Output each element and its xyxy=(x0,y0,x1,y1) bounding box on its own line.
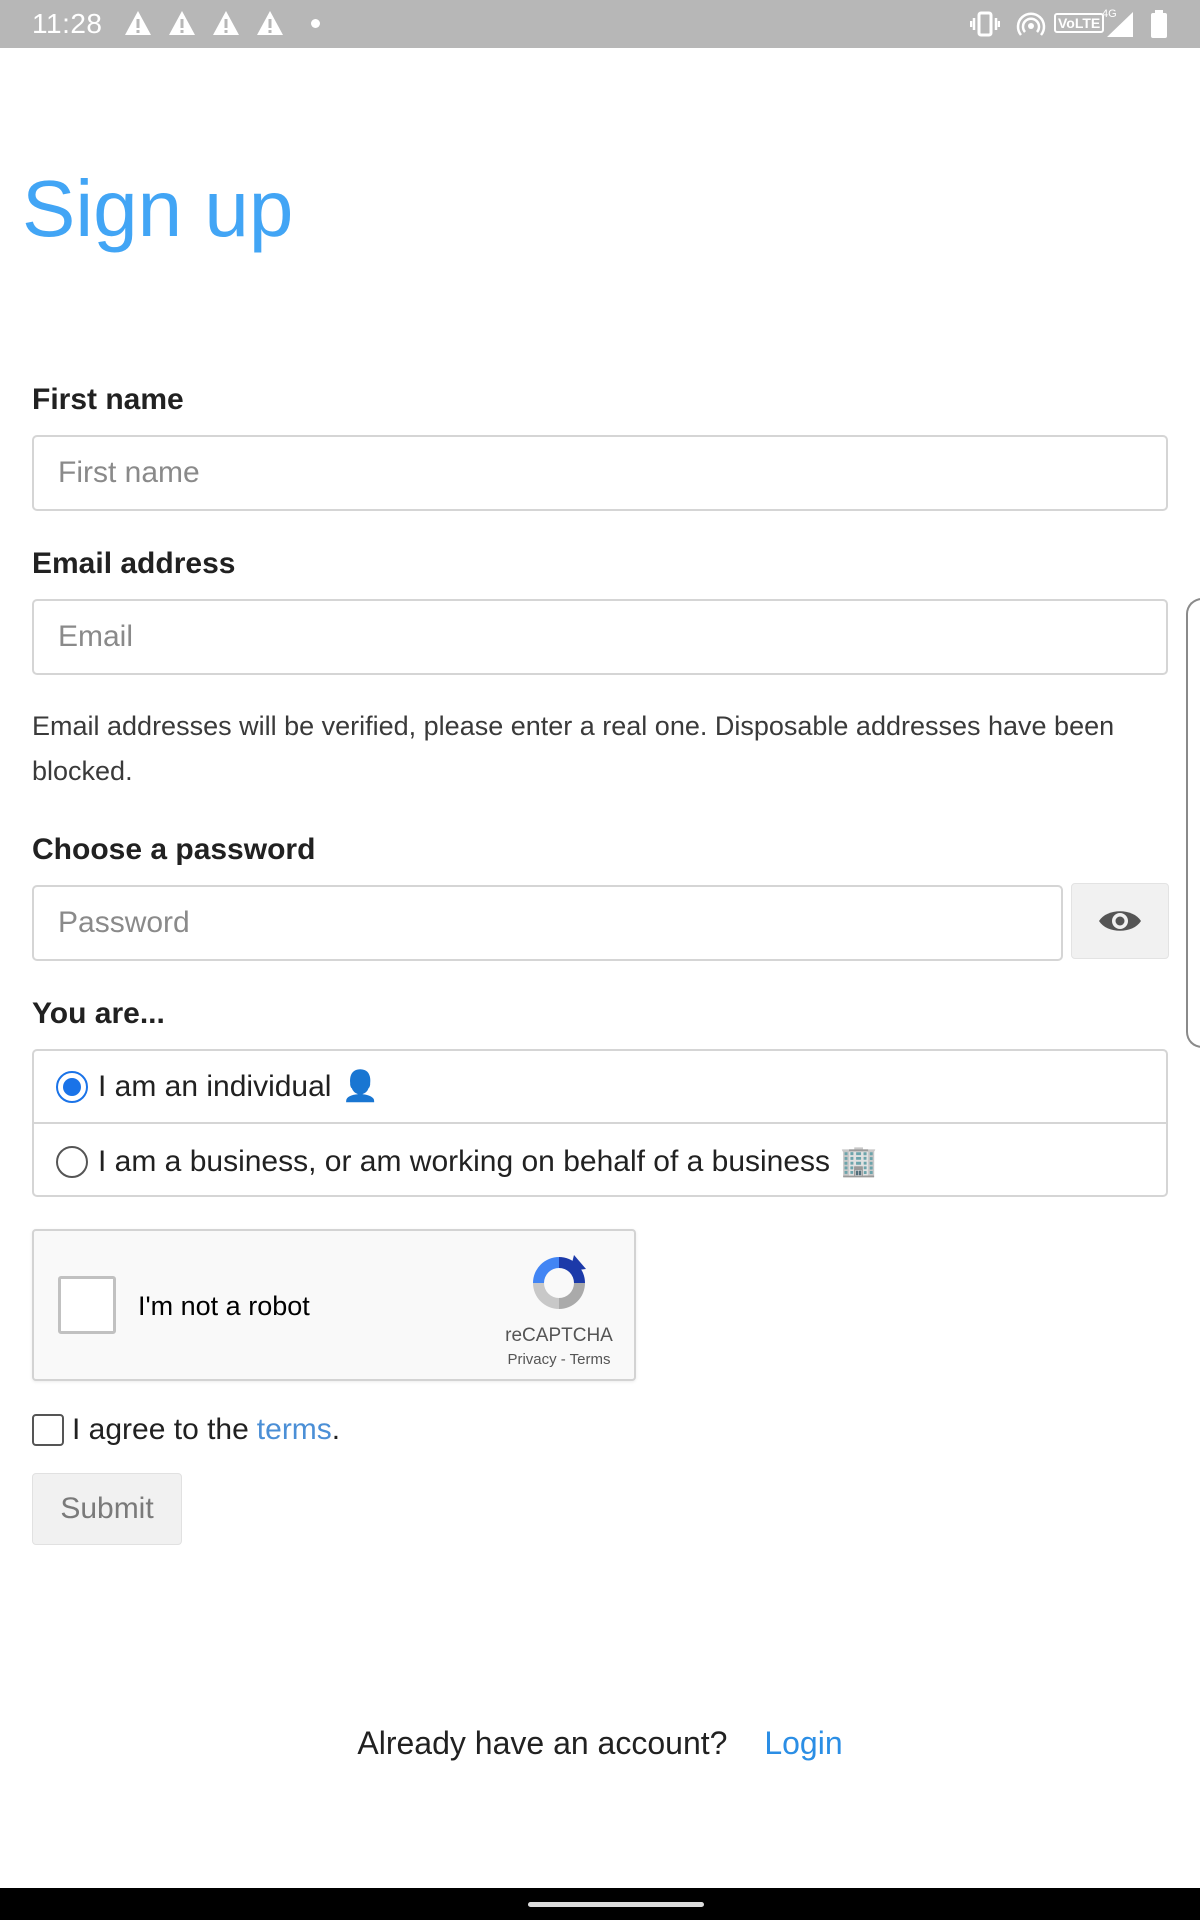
home-gesture-handle[interactable] xyxy=(528,1902,704,1907)
password-input[interactable] xyxy=(32,885,1063,961)
person-icon: 👤 xyxy=(341,1070,379,1103)
terms-suffix: . xyxy=(331,1413,341,1446)
hotspot-icon xyxy=(1016,12,1046,36)
login-prompt-text: Already have an account? xyxy=(357,1725,728,1761)
signal-icon xyxy=(1107,12,1133,37)
vibrate-icon xyxy=(970,11,1000,37)
account-type-label: You are... xyxy=(32,997,165,1030)
recaptcha-logo-icon xyxy=(533,1255,586,1309)
navigation-bar xyxy=(0,1888,1200,1920)
battery-icon xyxy=(1151,10,1167,38)
first-name-label: First name xyxy=(32,383,184,416)
individual-option-label: I am an individual xyxy=(98,1069,332,1103)
terms-link[interactable]: terms xyxy=(257,1413,332,1447)
warning-icon xyxy=(213,11,239,35)
submit-button[interactable]: Submit xyxy=(32,1473,182,1545)
show-password-button[interactable] xyxy=(1071,883,1169,959)
individual-radio[interactable] xyxy=(56,1070,88,1103)
status-time: 11:28 xyxy=(32,8,103,39)
first-name-input[interactable] xyxy=(32,435,1168,511)
account-type-radio-group: I am an individual 👤 I am a business, or… xyxy=(32,1049,1168,1197)
login-link[interactable]: Login xyxy=(764,1725,842,1761)
eye-icon xyxy=(1099,911,1141,931)
login-prompt: Already have an account? Login xyxy=(0,1725,1200,1762)
recaptcha-privacy-terms-links[interactable]: Privacy - Terms xyxy=(484,1351,634,1368)
edge-panel-handle[interactable] xyxy=(1186,598,1200,1048)
email-input[interactable] xyxy=(32,599,1168,675)
office-building-icon: 🏢 xyxy=(840,1145,878,1178)
warning-icon xyxy=(257,11,283,35)
dot-icon xyxy=(311,19,320,28)
page-title: Sign up xyxy=(22,164,294,253)
individual-option[interactable]: I am an individual 👤 xyxy=(34,1051,1166,1124)
warning-icon xyxy=(169,11,195,35)
recaptcha-label: I'm not a robot xyxy=(138,1291,310,1321)
email-help-text: Email addresses will be verified, please… xyxy=(32,711,1115,786)
business-option-label: I am a business, or am working on behalf… xyxy=(98,1144,831,1178)
recaptcha-checkbox[interactable] xyxy=(58,1276,116,1334)
recaptcha-brand: reCAPTCHA xyxy=(505,1325,613,1346)
volte-icon: VoLTE xyxy=(1054,13,1105,33)
recaptcha-widget: I'm not a robot reCAPTCHA Privacy - Term… xyxy=(32,1229,636,1381)
terms-agreement: I agree to the terms . xyxy=(32,1410,340,1450)
terms-prefix: I agree to the xyxy=(72,1413,249,1446)
business-radio[interactable] xyxy=(56,1145,88,1178)
password-label: Choose a password xyxy=(32,833,316,866)
status-bar: 11:28 VoLTE 4G xyxy=(0,0,1200,48)
email-label: Email address xyxy=(32,547,236,580)
business-option[interactable]: I am a business, or am working on behalf… xyxy=(34,1125,1166,1198)
terms-checkbox[interactable] xyxy=(32,1414,64,1446)
warning-icon xyxy=(125,11,151,35)
